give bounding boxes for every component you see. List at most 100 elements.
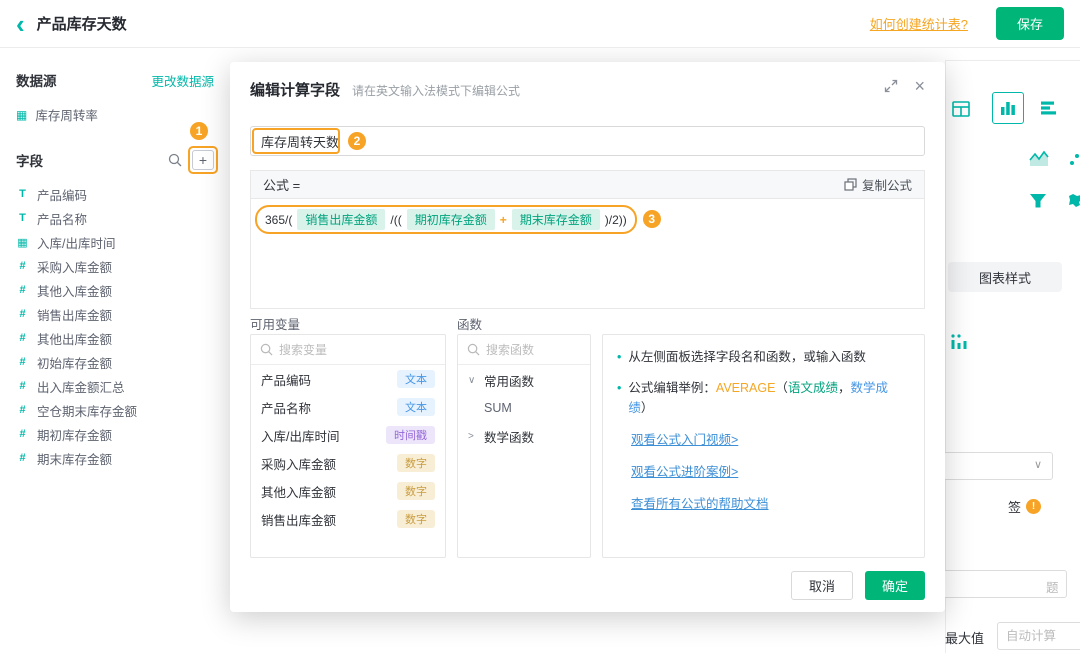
panel-left-border xyxy=(945,60,946,653)
date-field-icon: ▦ xyxy=(17,236,28,249)
field-name: 销售出库金额 xyxy=(37,308,113,323)
variable-item[interactable]: 入库/出库时间 时间戳 xyxy=(251,421,445,449)
label-text-partial: 签 xyxy=(1008,500,1022,515)
field-item[interactable]: # 其他入库金额 xyxy=(16,278,214,302)
funnel-chart-icon[interactable] xyxy=(1028,191,1048,211)
axis-settings-icon[interactable] xyxy=(948,332,968,352)
back-icon[interactable]: ‹ xyxy=(16,11,25,37)
text-field-icon: T xyxy=(19,212,26,224)
field-item[interactable]: # 其他出库金额 xyxy=(16,326,214,350)
edit-calc-field-modal: 编辑计算字段 请在英文输入法模式下编辑公式 × 2 公式 = 复制公式 365/… xyxy=(230,62,945,612)
formula-block: 公式 = 复制公式 365/( 销售出库金额 /(( 期初库存金额 + 期末库存… xyxy=(250,170,925,309)
max-value-label: 最大值 xyxy=(945,631,985,646)
copy-formula-button[interactable]: 复制公式 xyxy=(844,175,912,194)
map-chart-icon[interactable] xyxy=(1065,191,1080,211)
number-field-icon: # xyxy=(19,404,26,416)
type-badge: 数字 xyxy=(397,482,435,500)
formula-operator: + xyxy=(499,212,507,227)
field-item[interactable]: # 出入库金额汇总 xyxy=(16,374,214,398)
function-group-math[interactable]: > 数学函数 xyxy=(458,421,590,451)
close-icon[interactable]: × xyxy=(914,77,925,95)
bullet-icon: • xyxy=(617,350,622,364)
field-item[interactable]: # 期末库存金额 xyxy=(16,446,214,470)
variable-item[interactable]: 采购入库金额 数字 xyxy=(251,449,445,477)
help-example: 公式编辑举例：AVERAGE（语文成绩，数学成绩） xyxy=(628,380,888,416)
max-value-input[interactable] xyxy=(997,622,1080,650)
number-field-icon: # xyxy=(19,380,26,392)
horizontal-bar-chart-icon[interactable] xyxy=(1038,98,1058,118)
area-chart-icon[interactable] xyxy=(1028,148,1050,170)
variable-item[interactable]: 销售出库金额 数字 xyxy=(251,505,445,533)
top-bar: ‹ 产品库存天数 如何创建统计表? 保存 xyxy=(0,0,1080,48)
number-field-icon: # xyxy=(19,428,26,440)
variable-name: 入库/出库时间 xyxy=(261,429,340,444)
table-chart-icon[interactable] xyxy=(950,98,972,120)
search-icon[interactable] xyxy=(168,153,182,167)
tab-chart-style[interactable]: 图表样式 xyxy=(948,262,1062,292)
function-group-common[interactable]: ∨ 常用函数 xyxy=(458,365,590,395)
caret-right-icon: > xyxy=(468,430,474,442)
chevron-down-icon: ∨ xyxy=(1033,459,1042,471)
variables-search[interactable] xyxy=(251,335,445,365)
field-name: 空仓期末库存金额 xyxy=(37,404,138,419)
formula-field-token: 期初库存金额 xyxy=(406,209,495,230)
field-item[interactable]: ▦ 入库/出库时间 xyxy=(16,230,214,254)
top-bar-actions: 如何创建统计表? 保存 xyxy=(870,7,1064,40)
warning-icon: ! xyxy=(1026,499,1042,514)
fields-label: 字段 xyxy=(16,154,43,169)
step-badge-3: 3 xyxy=(642,210,661,228)
variables-search-input[interactable] xyxy=(279,342,436,357)
functions-search[interactable] xyxy=(458,335,590,365)
variable-name: 其他入库金额 xyxy=(261,485,337,500)
add-field-button[interactable]: + xyxy=(192,150,214,170)
field-item[interactable]: T 产品名称 xyxy=(16,206,214,230)
panel-divider xyxy=(945,60,1080,61)
variable-name: 产品编码 xyxy=(261,373,312,388)
bullet-icon: • xyxy=(617,380,622,395)
field-name: 入库/出库时间 xyxy=(37,236,116,251)
help-panel: • 从左侧面板选择字段名和函数，或输入函数 • 公式编辑举例：AVERAGE（语… xyxy=(602,334,925,558)
field-item[interactable]: # 销售出库金额 xyxy=(16,302,214,326)
caret-down-icon: ∨ xyxy=(468,374,476,386)
example-arg1: 语文成绩 xyxy=(787,380,838,395)
link-advanced-cases[interactable]: 观看公式进阶案例> xyxy=(631,461,910,480)
confirm-button[interactable]: 确定 xyxy=(864,571,925,600)
copy-formula-label: 复制公式 xyxy=(861,179,912,193)
scatter-chart-icon[interactable] xyxy=(1067,149,1080,169)
field-item[interactable]: T 产品编码 xyxy=(16,182,214,206)
functions-search-input[interactable] xyxy=(486,342,581,357)
change-datasource-link[interactable]: 更改数据源 xyxy=(151,71,214,90)
datasource-item[interactable]: ▦ 库存周转率 xyxy=(16,105,214,124)
field-name: 采购入库金额 xyxy=(37,260,113,275)
number-field-icon: # xyxy=(19,452,26,464)
formula-editor[interactable]: 365/( 销售出库金额 /(( 期初库存金额 + 期末库存金额 )/2)) 3 xyxy=(250,199,925,309)
datasource-item-label: 库存周转率 xyxy=(35,109,98,123)
formula-text: /(( xyxy=(390,212,402,227)
cancel-button[interactable]: 取消 xyxy=(790,571,853,600)
variable-item[interactable]: 产品编码 文本 xyxy=(251,365,445,393)
type-badge: 文本 xyxy=(397,398,435,416)
table-icon: ▦ xyxy=(16,107,28,122)
field-name: 其他出库金额 xyxy=(37,332,113,347)
function-group-label: 数学函数 xyxy=(484,430,535,445)
field-item[interactable]: # 期初库存金额 xyxy=(16,422,214,446)
variable-item[interactable]: 其他入库金额 数字 xyxy=(251,477,445,505)
modal-title: 编辑计算字段 xyxy=(250,82,341,99)
field-item[interactable]: # 空仓期末库存金额 xyxy=(16,398,214,422)
field-name: 其他入库金额 xyxy=(37,284,113,299)
function-item-sum[interactable]: SUM xyxy=(458,395,590,421)
modal-subtitle: 请在英文输入法模式下编辑公式 xyxy=(352,84,521,98)
link-help-docs[interactable]: 查看所有公式的帮助文档 xyxy=(631,493,910,512)
expand-icon[interactable] xyxy=(884,79,898,93)
function-group-label: 常用函数 xyxy=(484,374,535,389)
step-badge-2: 2 xyxy=(348,132,366,150)
field-item[interactable]: # 采购入库金额 xyxy=(16,254,214,278)
how-to-create-link[interactable]: 如何创建统计表? xyxy=(870,14,968,33)
field-item[interactable]: # 初始库存金额 xyxy=(16,350,214,374)
field-name: 产品编码 xyxy=(37,188,88,203)
type-badge: 文本 xyxy=(397,370,435,388)
save-button[interactable]: 保存 xyxy=(995,7,1064,40)
link-intro-video[interactable]: 观看公式入门视频> xyxy=(631,429,910,448)
variable-item[interactable]: 产品名称 文本 xyxy=(251,393,445,421)
bar-chart-icon[interactable] xyxy=(992,92,1024,124)
